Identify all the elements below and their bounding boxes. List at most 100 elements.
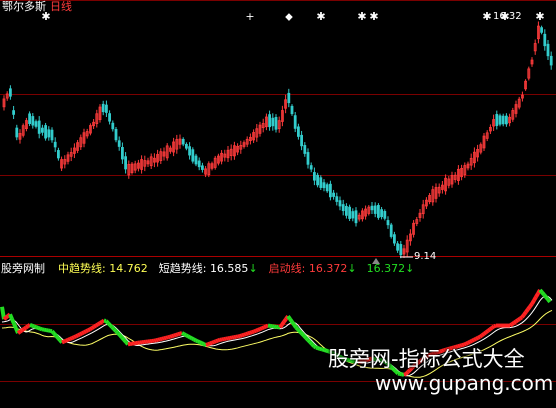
- start-band-segment: [508, 322, 514, 328]
- start-band-segment: [259, 326, 263, 331]
- price-grid: [0, 0, 556, 382]
- start-band-segment: [193, 337, 197, 343]
- candle-body: [57, 150, 60, 159]
- candle-body: [316, 174, 320, 186]
- start-band-segment: [290, 320, 296, 326]
- start-band-segment: [171, 333, 175, 339]
- start-band-segment: [480, 332, 486, 337]
- start-band-segment: [67, 337, 71, 342]
- start-band-segment: [317, 346, 321, 351]
- start-band-segment: [104, 319, 110, 325]
- high-price-label: 16.32: [493, 11, 522, 22]
- start-band-segment: [181, 331, 185, 336]
- start-band-segment: [185, 333, 189, 339]
- candle-body: [274, 117, 278, 130]
- candle-body: [396, 243, 400, 251]
- start-band-segment: [245, 331, 249, 337]
- start-band-segment: [195, 338, 199, 344]
- candle-body: [50, 129, 54, 141]
- start-band-segment: [92, 323, 98, 329]
- start-band-segment: [321, 347, 325, 352]
- start-band-segment: [73, 334, 77, 340]
- start-band-segment: [538, 288, 544, 294]
- start-band-segment: [87, 327, 91, 333]
- start-band-segment: [282, 317, 288, 323]
- start-band-segment: [486, 327, 492, 333]
- candle-body: [392, 234, 396, 244]
- start-band-segment: [493, 323, 497, 329]
- candle-body: [546, 43, 550, 57]
- start-band-segment: [512, 319, 518, 325]
- start-band-segment: [514, 318, 520, 324]
- start-band-segment: [203, 342, 207, 347]
- candle-body: [370, 205, 374, 211]
- start-band-segment: [522, 310, 528, 316]
- start-band-segment: [54, 334, 60, 340]
- start-band-segment: [69, 336, 73, 341]
- start-band-segment: [189, 335, 193, 341]
- start-band-segment: [542, 293, 548, 299]
- candle-body: [335, 196, 339, 202]
- candle-body: [12, 110, 16, 115]
- start-band-segment: [471, 338, 475, 343]
- start-band-segment: [482, 330, 488, 336]
- start-band-segment: [312, 344, 318, 350]
- candle-body: [296, 126, 300, 137]
- indicator-name: 股旁网制: [1, 262, 45, 275]
- candle-body: [344, 205, 348, 216]
- candle-body: [303, 145, 307, 154]
- signal-markers: ✱ + ⬥ ✱ ✱ ✱ ✱ ✱ ✱: [41, 10, 544, 23]
- start-band-segment: [71, 335, 75, 340]
- candle-body: [300, 134, 304, 147]
- candle-body: [389, 224, 393, 237]
- start-band-segment: [16, 330, 22, 335]
- candle-body: [105, 104, 108, 113]
- start-band-segment: [108, 323, 114, 329]
- indicator-legend: 股旁网制 中趋势线: 14.762 短趋势线: 16.585↓ 启动线: 16.…: [1, 262, 414, 276]
- start-band-segment: [79, 331, 83, 337]
- start-band-segment: [124, 340, 130, 346]
- start-band-segment: [118, 333, 124, 339]
- candle-body: [290, 105, 294, 115]
- start-band-segment: [8, 313, 14, 320]
- candle-body: [312, 172, 316, 181]
- candle-body: [380, 209, 384, 218]
- start-band-segment: [488, 326, 494, 331]
- start-band-segment: [215, 338, 219, 344]
- candle-body: [28, 113, 32, 124]
- candle-body: [108, 113, 111, 122]
- start-band-segment: [83, 329, 87, 335]
- candle-body: [188, 146, 192, 156]
- start-band-segment: [2, 315, 8, 321]
- start-band-segment: [484, 329, 490, 334]
- candle-body: [44, 125, 47, 139]
- candle-body: [184, 143, 188, 149]
- start-band-segment: [280, 320, 286, 326]
- candle-body: [348, 206, 352, 219]
- candle-body: [549, 55, 553, 66]
- start-band-segment: [187, 334, 191, 340]
- chart-title: 鄂尔多斯 日线: [2, 0, 72, 13]
- start-band-segment: [243, 332, 247, 337]
- start-line-value: 16.372: [308, 262, 348, 275]
- start-band-segment: [249, 330, 253, 335]
- start-band-segment: [251, 329, 255, 335]
- start-band-segment: [183, 332, 187, 337]
- candle-body: [399, 244, 403, 256]
- start-band-segment: [319, 346, 323, 352]
- start-band-segment: [100, 318, 106, 324]
- start-band-segment: [278, 323, 284, 329]
- start-band-segment: [98, 320, 104, 325]
- start-band-segment: [306, 338, 312, 344]
- start-band-segment: [33, 324, 37, 329]
- candle-body: [540, 27, 543, 33]
- mid-trend-label: 中趋势线:: [58, 262, 106, 275]
- start-band-segment: [22, 325, 28, 331]
- low-price-label: 9.14: [414, 251, 437, 262]
- start-band-segment: [526, 305, 532, 311]
- start-band-segment: [77, 332, 81, 338]
- start-band-segment: [296, 328, 302, 333]
- start-band-segment: [298, 330, 304, 336]
- start-band-segment: [247, 330, 251, 336]
- start-band-segment: [257, 327, 261, 332]
